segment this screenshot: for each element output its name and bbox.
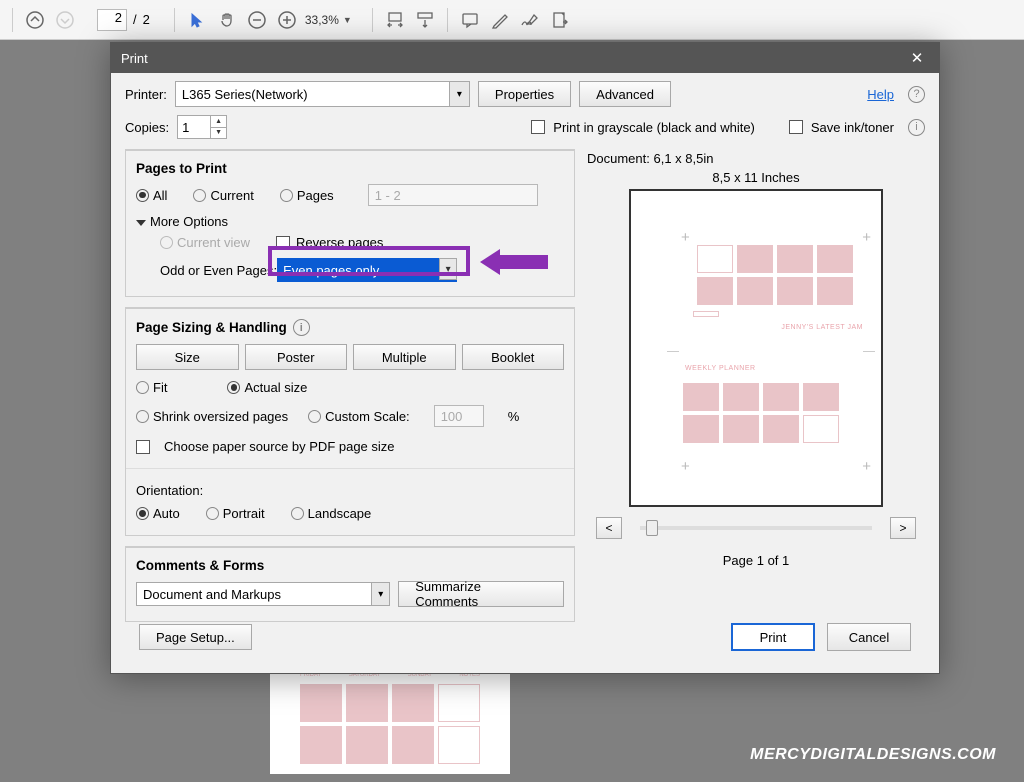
selection-tool-icon[interactable] [185,8,209,32]
current-radio[interactable] [193,189,206,202]
printer-select[interactable]: L365 Series(Network) ▾ [175,81,470,107]
actual-radio[interactable] [227,381,240,394]
copies-label: Copies: [125,120,169,135]
preview-panel: Document: 6,1 x 8,5in 8,5 x 11 Inches + … [587,149,925,622]
watermark: MERCYDIGITALDESIGNS.COM [750,746,996,764]
pages-range-input[interactable]: 1 - 2 [368,184,538,206]
shrink-radio[interactable] [136,410,149,423]
page-down-icon [53,8,77,32]
saveink-label: Save ink/toner [811,120,894,135]
pages-title: Pages to Print [136,161,564,176]
current-view-radio [160,236,173,249]
custom-scale-input[interactable]: 100 [434,405,484,427]
pages-to-print-panel: Pages to Print All Current Pages 1 - 2 M… [125,149,575,297]
current-page-input[interactable]: 2 [97,9,127,31]
app-toolbar: 2 / 2 33,3%▼ [0,0,1024,40]
highlight-icon[interactable] [488,8,512,32]
chevron-down-icon: ▾ [371,583,389,605]
properties-button[interactable]: Properties [478,81,571,107]
collapse-icon[interactable] [136,220,146,226]
total-pages: 2 [143,12,150,27]
chevron-down-icon: ▾ [449,82,469,106]
sign-icon[interactable] [518,8,542,32]
grayscale-label: Print in grayscale (black and white) [553,120,755,135]
saveink-info-icon[interactable]: i [908,119,925,136]
preview-slider[interactable] [640,526,872,530]
orientation-label: Orientation: [136,483,564,498]
zoom-in-icon[interactable] [275,8,299,32]
choose-source-label: Choose paper source by PDF page size [164,439,395,454]
sizing-info-icon[interactable]: i [293,319,310,336]
zoom-out-icon[interactable] [245,8,269,32]
print-dialog: Print ✕ Printer: L365 Series(Network) ▾ … [110,42,940,674]
reverse-checkbox[interactable] [276,236,290,250]
custom-radio[interactable] [308,410,321,423]
comments-select[interactable]: Document and Markups ▾ [136,582,390,606]
advanced-button[interactable]: Advanced [579,81,671,107]
more-options-toggle[interactable]: More Options [150,214,228,229]
dialog-titlebar: Print ✕ [111,43,939,73]
grayscale-checkbox[interactable] [531,120,545,134]
comment-icon[interactable] [458,8,482,32]
summarize-button[interactable]: Summarize Comments [398,581,564,607]
zoom-dropdown[interactable]: 33,3%▼ [305,13,352,27]
all-radio[interactable] [136,189,149,202]
arrow-annotation [480,249,548,275]
landscape-radio[interactable] [291,507,304,520]
odd-even-select[interactable]: Even pages only ▾ [277,258,457,282]
preview-image: + + + + JENNY'S LATEST JAM WEEKLY PLANNE… [629,189,883,507]
multiple-button[interactable]: Multiple [353,344,456,370]
hand-tool-icon[interactable] [215,8,239,32]
fit-width-icon[interactable] [383,8,407,32]
fit-radio[interactable] [136,381,149,394]
poster-button[interactable]: Poster [245,344,348,370]
fit-height-icon[interactable] [413,8,437,32]
page-setup-button[interactable]: Page Setup... [139,624,252,650]
spin-up-icon[interactable]: ▲ [210,116,226,128]
chevron-down-icon: ▾ [439,258,457,280]
portrait-radio[interactable] [206,507,219,520]
preview-next-button[interactable]: > [890,517,916,539]
spin-down-icon[interactable]: ▼ [210,128,226,139]
page-up-icon[interactable] [23,8,47,32]
document-size-label: Document: 6,1 x 8,5in [587,151,713,166]
preview-prev-button[interactable]: < [596,517,622,539]
document-tool-icon[interactable] [548,8,572,32]
print-button[interactable]: Print [731,623,815,651]
comments-panel: Comments & Forms Document and Markups ▾ … [125,546,575,622]
paper-size-label: 8,5 x 11 Inches [712,170,799,185]
odd-even-label: Odd or Even Pages: [160,263,277,278]
choose-source-checkbox[interactable] [136,440,150,454]
dialog-title: Print [121,51,905,66]
auto-radio[interactable] [136,507,149,520]
copies-input[interactable]: 1 ▲▼ [177,115,227,139]
close-icon[interactable]: ✕ [905,49,929,67]
size-button[interactable]: Size [136,344,239,370]
preview-page-label: Page 1 of 1 [723,553,790,568]
page-sizing-panel: Page Sizing & Handlingi Size Poster Mult… [125,307,575,536]
help-info-icon[interactable]: ? [908,86,925,103]
saveink-checkbox[interactable] [789,120,803,134]
pages-radio[interactable] [280,189,293,202]
page-sep: / [133,12,137,27]
printer-label: Printer: [125,87,167,102]
booklet-button[interactable]: Booklet [462,344,565,370]
help-link[interactable]: Help [867,87,894,102]
cancel-button[interactable]: Cancel [827,623,911,651]
